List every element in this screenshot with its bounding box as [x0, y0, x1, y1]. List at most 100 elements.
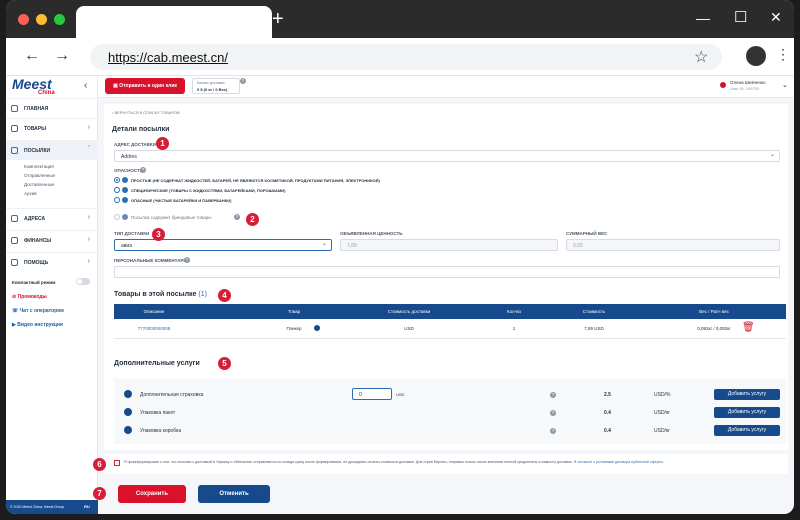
- profile-icon[interactable]: [746, 46, 766, 66]
- language-switch[interactable]: RU: [84, 504, 90, 509]
- sidebar-subitem-delivered[interactable]: Доставленные: [24, 182, 55, 187]
- star-icon[interactable]: ☆: [694, 47, 708, 67]
- insurance-info-icon[interactable]: ?: [550, 392, 556, 398]
- danger-info-icon[interactable]: ?: [140, 167, 146, 173]
- bag-icon: [124, 408, 132, 416]
- marker-1: 1: [156, 137, 169, 150]
- sidebar-item-finance[interactable]: ФИНАНСЫ ›: [6, 230, 98, 250]
- sidebar-item-addresses[interactable]: АДРЕСА ›: [6, 208, 98, 228]
- brand-icon: [122, 214, 128, 220]
- service-name-bag: Упаковка пакет: [140, 410, 176, 416]
- minimize-dot[interactable]: [36, 14, 47, 25]
- row-description[interactable]: 7770000000058: [114, 326, 194, 331]
- cancel-button[interactable]: Отменить: [198, 485, 270, 503]
- goods-title-text: Товары в этой посылке: [114, 291, 197, 298]
- delivery-type-chevron-icon[interactable]: ⌄: [322, 240, 327, 247]
- sidebar-item-label: ТОВАРЫ: [24, 126, 47, 132]
- insurance-icon: [124, 390, 132, 398]
- url-field[interactable]: https://cab.meest.cn/: [90, 44, 722, 70]
- window-close-icon[interactable]: ✕: [770, 9, 782, 26]
- services-title: Дополнительные услуги: [114, 360, 200, 367]
- maximize-dot[interactable]: [54, 14, 65, 25]
- brand-checkbox[interactable]: [114, 214, 120, 220]
- new-tab-button[interactable]: +: [272, 8, 284, 31]
- sidebar-item-parcels[interactable]: ПОСЫЛКИ ˆ: [6, 140, 98, 160]
- bag-price: 0.4: [604, 410, 611, 416]
- promocodes-link[interactable]: ⊘ Промокоды: [12, 294, 47, 300]
- box-unit: USD/кг: [654, 428, 670, 434]
- sidebar-item-home[interactable]: ГЛАВНАЯ: [6, 98, 98, 118]
- send-one-click-button[interactable]: ▣ Отправить в один клик: [105, 78, 185, 94]
- brand-option-label[interactable]: Посылка содержит брендовые товары: [131, 215, 212, 220]
- danger-simple-icon: [122, 177, 128, 183]
- sidebar-subitem-archive[interactable]: Архив: [24, 191, 37, 196]
- back-arrow-icon[interactable]: ←: [24, 47, 40, 65]
- window-minimize-icon[interactable]: —: [696, 10, 710, 26]
- service-name-box: Упаковка коробка: [140, 428, 182, 434]
- trash-icon[interactable]: 🗑: [742, 322, 755, 333]
- user-avatar-icon[interactable]: [720, 82, 726, 88]
- agreement-link[interactable]: Я согласен с условиями договора публично…: [574, 460, 664, 464]
- brand-info-icon[interactable]: ?: [234, 214, 240, 220]
- user-menu-chevron-icon[interactable]: ⌄: [782, 81, 788, 89]
- danger-radio-dangerous[interactable]: [114, 197, 120, 203]
- insurance-currency: USD: [396, 392, 405, 397]
- browser-tab[interactable]: [76, 6, 272, 38]
- save-button[interactable]: Сохранить: [118, 485, 186, 503]
- user-name[interactable]: Олена Шевченко: [730, 80, 766, 85]
- agreement-checkbox[interactable]: [114, 460, 120, 466]
- sidebar: Meest China ‹ ГЛАВНАЯ ТОВАРЫ › ПОСЫЛКИ ˆ К…: [6, 76, 98, 514]
- col-cost: Стоимость: [582, 309, 606, 314]
- danger-specific-icon: [122, 187, 128, 193]
- sidebar-item-label: ФИНАНСЫ: [24, 238, 52, 244]
- total-weight-field[interactable]: 0.05: [566, 239, 780, 251]
- box-info-icon[interactable]: ?: [550, 428, 556, 434]
- sidebar-subitem-complect[interactable]: Комплектация: [24, 164, 54, 169]
- delivery-type-select[interactable]: авиа: [114, 239, 332, 251]
- service-name-insurance: Дополнительная страховка: [140, 392, 204, 398]
- sidebar-subitem-sent[interactable]: Отправленные: [24, 173, 55, 178]
- close-dot[interactable]: [18, 14, 29, 25]
- chat-link[interactable]: ☏ Чат с оператором: [12, 308, 64, 314]
- promocodes-label: Промокоды: [17, 294, 47, 300]
- parcel-icon: [11, 147, 18, 154]
- row-delivery-cost: USD: [404, 326, 414, 331]
- chevron-right-icon: ›: [87, 124, 90, 131]
- danger-radio-specific[interactable]: [114, 187, 120, 193]
- danger-option-dangerous[interactable]: ОПАСНЫЕ (ЧИСТЫЕ БАТАРЕЙКИ И ПАВЕРБАНКИ): [131, 198, 231, 203]
- window-maximize-icon[interactable]: ☐: [734, 8, 747, 26]
- danger-option-simple[interactable]: ПРОСТЫЕ (НЕ СОДЕРЖАТ ЖИДКОСТЕЙ, БАТАРЕЙ,…: [131, 178, 380, 183]
- sidebar-item-help[interactable]: ПОМОЩЬ ›: [6, 252, 98, 272]
- danger-option-specific[interactable]: СПЕЦИФИЧЕСКИЕ (ТОВАРЫ С ЖИДКОСТЯМИ, БАТА…: [131, 188, 285, 193]
- compact-mode-toggle[interactable]: [76, 278, 90, 285]
- video-link[interactable]: ▶ Видео инструкция: [12, 322, 63, 328]
- add-bag-button[interactable]: Добавить услугу: [714, 407, 780, 418]
- sidebar-item-goods[interactable]: ТОВАРЫ ›: [6, 118, 98, 138]
- danger-radio-simple[interactable]: [114, 177, 120, 183]
- insurance-amount-input[interactable]: 0: [352, 388, 392, 400]
- bag-info-icon[interactable]: ?: [550, 410, 556, 416]
- add-insurance-button[interactable]: Добавить услугу: [714, 389, 780, 400]
- bag-unit: USD/кг: [654, 410, 670, 416]
- balance-box: Баланс доставки 0 $ (0 кг / 0 Вес): [192, 78, 240, 94]
- forward-arrow-icon[interactable]: →: [54, 47, 70, 65]
- address-chevron-icon[interactable]: ⌄: [770, 151, 775, 158]
- back-to-list-link[interactable]: ‹ ВЕРНУТЬСЯ К СПИСКУ ТОВАРОВ: [112, 110, 180, 115]
- sidebar-item-label: ГЛАВНАЯ: [24, 106, 49, 112]
- comments-field[interactable]: [114, 266, 780, 278]
- declared-value-field[interactable]: 7,89: [340, 239, 558, 251]
- top-header: ▣ Отправить в один клик Баланс доставки …: [98, 76, 794, 98]
- balance-info-icon[interactable]: ?: [240, 78, 246, 84]
- add-box-button[interactable]: Добавить услугу: [714, 425, 780, 436]
- box-price: 0.4: [604, 428, 611, 434]
- compact-mode-label: Компактный режим: [12, 280, 56, 285]
- col-description: Описание: [143, 309, 165, 314]
- danger-dangerous-icon: [122, 197, 128, 203]
- address-select[interactable]: Addres: [114, 150, 780, 162]
- menu-dots-icon[interactable]: ⋮: [776, 46, 790, 63]
- comments-info-icon[interactable]: ?: [184, 257, 190, 263]
- agreement-box: Я проинформирован о том, что посылки с д…: [104, 454, 788, 474]
- collapse-sidebar-icon[interactable]: ‹: [84, 80, 87, 91]
- product-info-icon[interactable]: [314, 325, 320, 331]
- marker-4: 4: [218, 289, 231, 302]
